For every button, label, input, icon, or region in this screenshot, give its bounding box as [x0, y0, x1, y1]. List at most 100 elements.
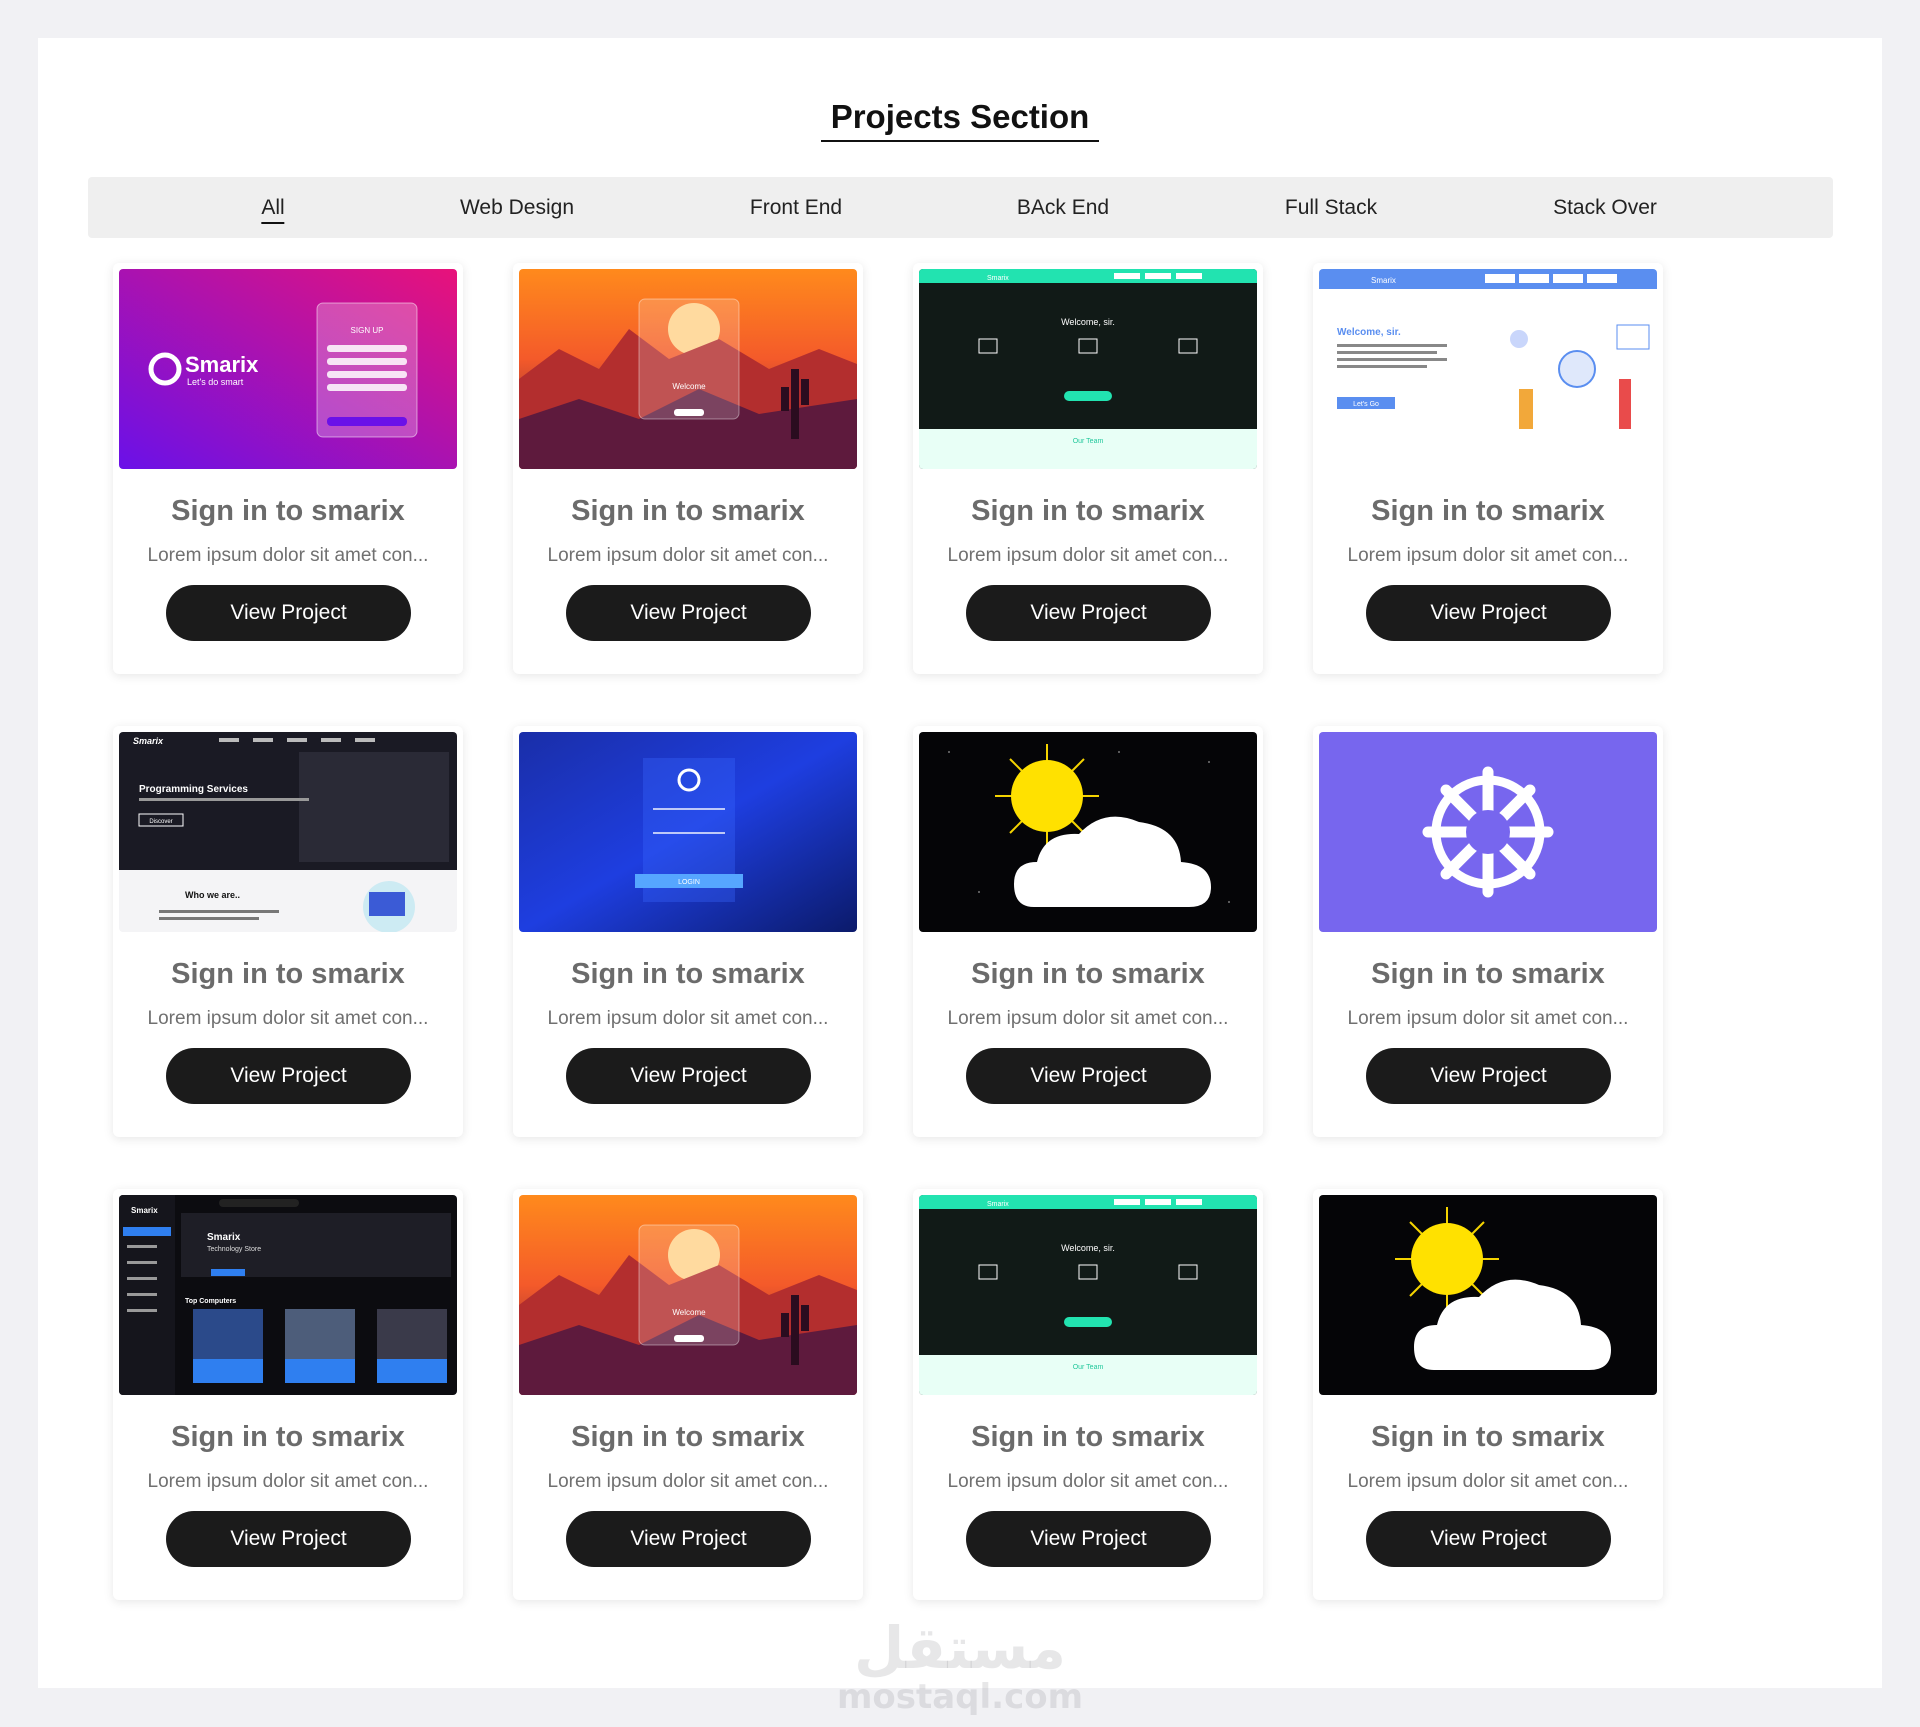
view-project-button[interactable]: View Project: [966, 585, 1211, 641]
view-project-button[interactable]: View Project: [166, 1511, 411, 1567]
filter-label: Front End: [749, 196, 843, 219]
project-description: Lorem ipsum dolor sit amet con...: [147, 545, 429, 566]
svg-text:Smarix: Smarix: [987, 1201, 1009, 1208]
view-project-button[interactable]: View Project: [166, 1048, 411, 1104]
svg-text:Smarix: Smarix: [131, 1206, 158, 1215]
project-thumbnail: [1319, 732, 1657, 932]
project-description: Lorem ipsum dolor sit amet con...: [947, 545, 1229, 566]
project-description: Lorem ipsum dolor sit amet con...: [947, 1008, 1229, 1029]
project-thumbnail: Welcome: [519, 1195, 857, 1395]
watermark-arabic: مستقل: [853, 1614, 1067, 1682]
view-project-button[interactable]: View Project: [166, 585, 411, 641]
project-description: Lorem ipsum dolor sit amet con...: [547, 1471, 829, 1492]
project-card: Sign in to smarix Lorem ipsum dolor sit …: [1313, 1189, 1663, 1600]
svg-text:Our Team: Our Team: [1073, 438, 1104, 445]
project-title: Sign in to smarix: [171, 495, 405, 527]
project-title: Sign in to smarix: [1371, 1421, 1605, 1453]
project-description: Lorem ipsum dolor sit amet con...: [147, 1008, 429, 1029]
project-title: Sign in to smarix: [1371, 958, 1605, 990]
project-card: Welcome Sign in to smarix Lorem ipsum do…: [513, 263, 863, 674]
view-project-button[interactable]: View Project: [566, 1511, 811, 1567]
project-description: Lorem ipsum dolor sit amet con...: [547, 545, 829, 566]
projects-panel: Projects Section All Web Design Front En…: [38, 38, 1882, 1716]
view-project-button[interactable]: View Project: [566, 1048, 811, 1104]
filter-back-end[interactable]: BAck End: [1017, 177, 1109, 238]
project-card: Welcome Sign in to smarix Lorem ipsum do…: [513, 1189, 863, 1600]
filter-label: All: [261, 196, 285, 224]
project-description: Lorem ipsum dolor sit amet con...: [1347, 1008, 1629, 1029]
filter-all[interactable]: All: [261, 177, 285, 238]
project-title: Sign in to smarix: [971, 958, 1205, 990]
project-title: Sign in to smarix: [1371, 495, 1605, 527]
svg-text:Smarix: Smarix: [987, 275, 1009, 282]
svg-text:Welcome: Welcome: [672, 1308, 706, 1317]
project-card: Smarix Welcome, sir. Our Team Sign in to…: [913, 1189, 1263, 1600]
project-card: Smarix Smarix Technology Store Top Compu…: [113, 1189, 463, 1600]
filter-label: Web Design: [459, 196, 575, 219]
svg-text:Our Team: Our Team: [1073, 1364, 1104, 1371]
project-thumbnail: Smarix Welcome, sir. Our Team: [919, 1195, 1257, 1395]
project-card: Smarix Programming Services Discover Who…: [113, 726, 463, 1137]
svg-text:SIGN UP: SIGN UP: [351, 326, 384, 335]
svg-text:Smarix: Smarix: [185, 352, 259, 377]
svg-text:Top Computers: Top Computers: [185, 1298, 236, 1305]
svg-text:Smarix: Smarix: [1371, 276, 1396, 285]
svg-text:LOGIN: LOGIN: [678, 879, 700, 886]
filter-stack-over[interactable]: Stack Over: [1553, 177, 1657, 238]
project-title: Sign in to smarix: [971, 1421, 1205, 1453]
svg-text:Smarix: Smarix: [133, 736, 164, 746]
project-card: Smarix Welcome, sir. Our Team Sign in to…: [913, 263, 1263, 674]
filter-label: Full Stack: [1284, 196, 1378, 219]
project-description: Lorem ipsum dolor sit amet con...: [947, 1471, 1229, 1492]
svg-text:Let's do smart: Let's do smart: [187, 377, 244, 387]
svg-text:Welcome, sir.: Welcome, sir.: [1337, 327, 1401, 338]
project-card: Smarix Welcome, sir. Let's Go Sign in to…: [1313, 263, 1663, 674]
view-project-button[interactable]: View Project: [966, 1048, 1211, 1104]
svg-text:Technology Store: Technology Store: [207, 1246, 261, 1253]
svg-text:Programming Services: Programming Services: [139, 784, 248, 795]
section-title: Projects Section: [820, 98, 1100, 142]
svg-text:Welcome, sir.: Welcome, sir.: [1061, 1243, 1115, 1253]
project-card: Smarix Let's do smart SIGN UP Sign in to…: [113, 263, 463, 674]
project-thumbnail: Welcome: [519, 269, 857, 469]
project-thumbnail: Smarix Welcome, sir. Our Team: [919, 269, 1257, 469]
project-title: Sign in to smarix: [571, 958, 805, 990]
project-title: Sign in to smarix: [171, 958, 405, 990]
svg-text:Welcome: Welcome: [672, 382, 706, 391]
project-title: Sign in to smarix: [571, 495, 805, 527]
project-card: LOGIN Sign in to smarix Lorem ipsum dolo…: [513, 726, 863, 1137]
svg-text:Discover: Discover: [149, 819, 172, 825]
filter-label: Stack Over: [1553, 196, 1657, 219]
view-project-button[interactable]: View Project: [566, 585, 811, 641]
project-card: Sign in to smarix Lorem ipsum dolor sit …: [913, 726, 1263, 1137]
view-project-button[interactable]: View Project: [1366, 1511, 1611, 1567]
filter-front-end[interactable]: Front End: [750, 177, 842, 238]
project-description: Lorem ipsum dolor sit amet con...: [547, 1008, 829, 1029]
svg-text:Welcome, sir.: Welcome, sir.: [1061, 317, 1115, 327]
heading-wrap: Projects Section: [38, 98, 1882, 142]
filter-full-stack[interactable]: Full Stack: [1285, 177, 1377, 238]
filter-label: BAck End: [1016, 196, 1110, 219]
mostaql-watermark: مستقل mostaql.com: [38, 1618, 1882, 1716]
project-thumbnail: Smarix Programming Services Discover Who…: [119, 732, 457, 932]
svg-text:Let's Go: Let's Go: [1353, 401, 1379, 408]
view-project-button[interactable]: View Project: [1366, 1048, 1611, 1104]
filter-web-design[interactable]: Web Design: [460, 177, 574, 238]
project-description: Lorem ipsum dolor sit amet con...: [147, 1471, 429, 1492]
watermark-latin: mostaql.com: [836, 1677, 1084, 1717]
project-description: Lorem ipsum dolor sit amet con...: [1347, 545, 1629, 566]
project-thumbnail: [919, 732, 1257, 932]
project-title: Sign in to smarix: [971, 495, 1205, 527]
view-project-button[interactable]: View Project: [1366, 585, 1611, 641]
project-title: Sign in to smarix: [571, 1421, 805, 1453]
project-thumbnail: Smarix Let's do smart SIGN UP: [119, 269, 457, 469]
view-project-button[interactable]: View Project: [966, 1511, 1211, 1567]
project-thumbnail: LOGIN: [519, 732, 857, 932]
svg-text:Smarix: Smarix: [207, 1232, 241, 1243]
project-thumbnail: Smarix Welcome, sir. Let's Go: [1319, 269, 1657, 469]
project-title: Sign in to smarix: [171, 1421, 405, 1453]
project-thumbnail: Smarix Smarix Technology Store Top Compu…: [119, 1195, 457, 1395]
filter-bar: All Web Design Front End BAck End Full S…: [88, 177, 1833, 238]
project-thumbnail: [1319, 1195, 1657, 1395]
project-card: Sign in to smarix Lorem ipsum dolor sit …: [1313, 726, 1663, 1137]
